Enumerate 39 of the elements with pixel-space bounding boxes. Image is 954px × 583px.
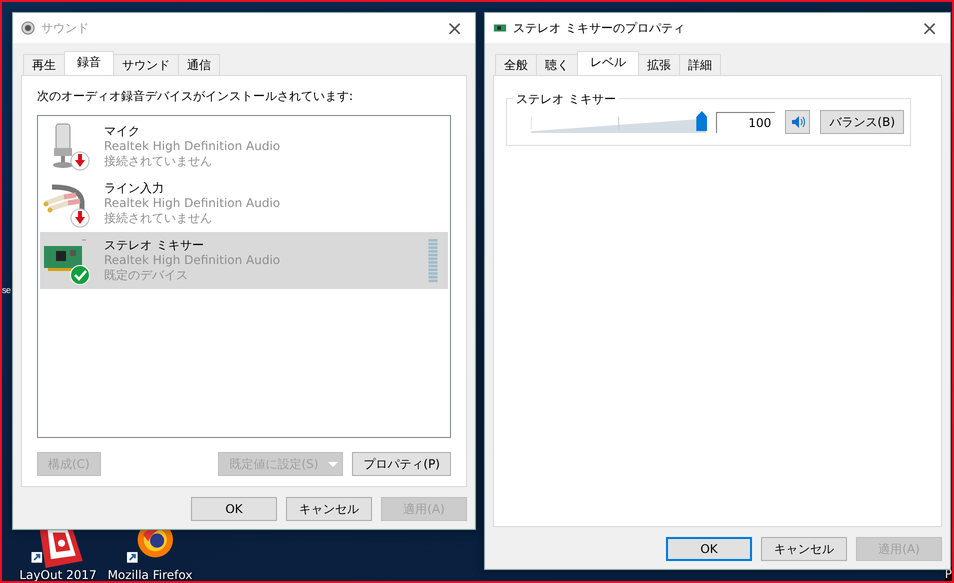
desktop-text-fragment: se <box>2 285 11 295</box>
desktop-icon-label[interactable]: Mozilla Firefox <box>108 568 192 581</box>
tab[interactable]: レベル <box>577 51 639 75</box>
dialog-button[interactable]: キャンセル <box>286 497 372 521</box>
device-name: ステレオ ミキサー <box>104 238 205 253</box>
dialog-button[interactable]: OK <box>666 537 752 561</box>
volume-field[interactable]: 100 <box>716 112 776 132</box>
tab[interactable]: 録音 <box>64 51 114 75</box>
device-status: 接続されていません <box>104 154 213 169</box>
device-status: 既定のデバイス <box>104 268 189 283</box>
device-status: 接続されていません <box>104 211 213 226</box>
balance-button[interactable]: バランス(B) <box>820 110 904 134</box>
tab[interactable]: 全般 <box>495 54 537 75</box>
device-name: ライン入力 <box>104 181 165 196</box>
tab[interactable]: 詳細 <box>679 54 721 75</box>
window-title: ステレオ ミキサーのプロパティ <box>513 20 686 36</box>
dialog-button[interactable]: キャンセル <box>761 537 847 561</box>
dialog-button[interactable]: OK <box>191 497 277 521</box>
instruction-text: 次のオーディオ録音デバイスがインストールされています: <box>37 88 354 105</box>
slider-thumb[interactable] <box>696 111 708 131</box>
group-title: ステレオ ミキサー <box>513 91 619 108</box>
device-name: マイク <box>104 124 141 139</box>
device-driver: Realtek High Definition Audio <box>104 253 282 268</box>
device-item[interactable]: ステレオ ミキサー Realtek High Definition Audio 既定のデバイス <box>40 232 448 289</box>
speaker-icon <box>790 114 806 130</box>
device-item[interactable]: ライン入力 Realtek High Definition Audio 接続されていません <box>40 175 448 232</box>
device-item[interactable]: マイク Realtek High Definition Audio 接続されていません <box>40 118 448 175</box>
tab[interactable]: 通信 <box>178 54 220 75</box>
device-driver: Realtek High Definition Audio <box>104 139 282 154</box>
close-button[interactable]: × <box>442 16 467 40</box>
close-button[interactable]: × <box>917 16 942 40</box>
mute-button[interactable] <box>785 110 810 134</box>
dialog-button[interactable]: プロパティ(P) <box>352 452 451 476</box>
speaker-icon <box>21 21 35 35</box>
volume-slider[interactable] <box>531 111 706 133</box>
device-driver: Realtek High Definition Audio <box>104 196 282 211</box>
dropdown-arrow-icon <box>328 462 338 466</box>
window-title: サウンド <box>41 20 90 36</box>
tab[interactable]: 再生 <box>23 54 65 75</box>
